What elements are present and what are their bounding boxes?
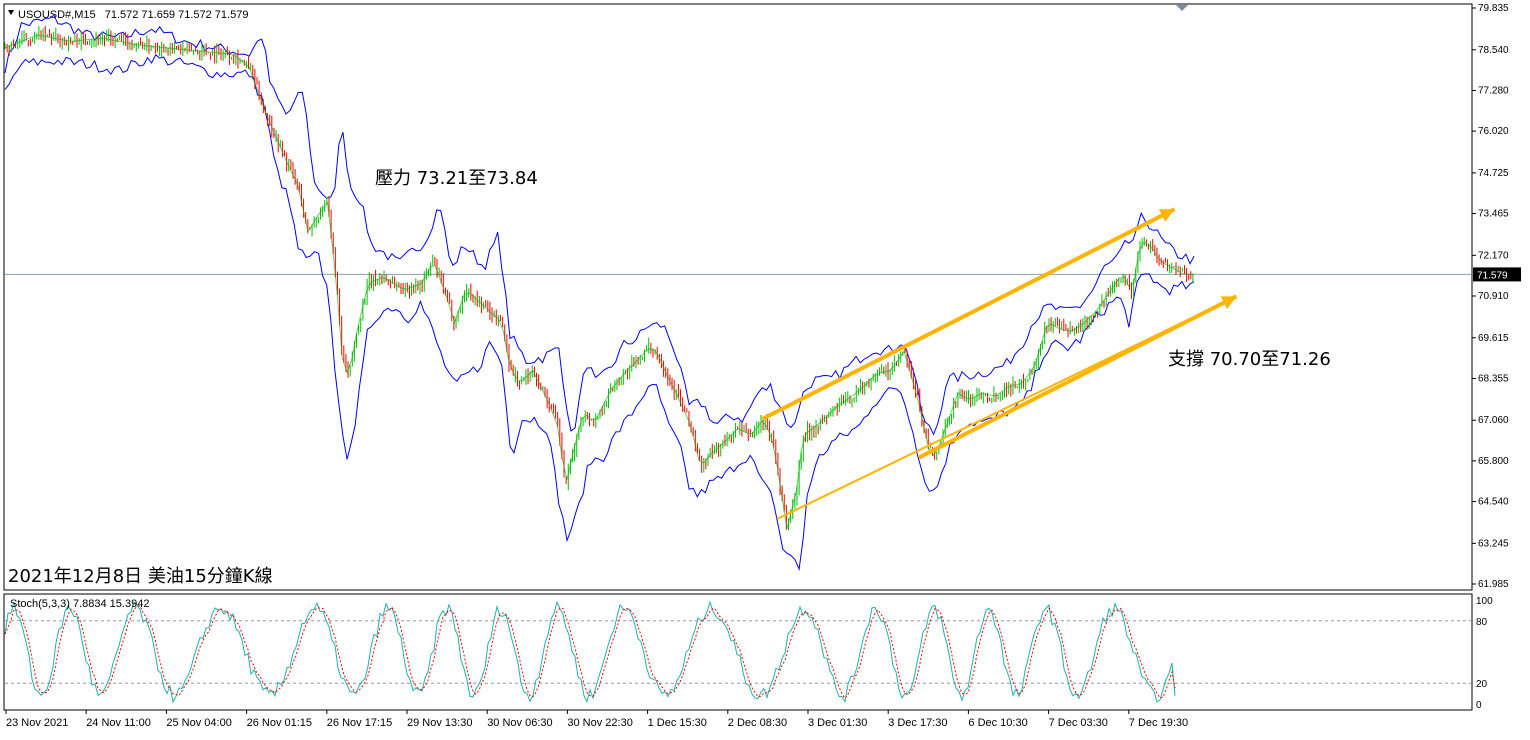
price-tick-label: 70.910 [1478, 291, 1509, 302]
time-tick-label: 2 Dec 08:30 [728, 717, 787, 729]
main-chart-frame [3, 3, 1473, 591]
stoch-tick-label: 80 [1476, 617, 1488, 628]
price-tick-label: 79.835 [1478, 3, 1509, 14]
price-tick-label: 61.985 [1478, 579, 1509, 590]
time-tick-label: 3 Dec 17:30 [888, 717, 947, 729]
ohlc-values: 71.572 71.659 71.572 71.579 [105, 9, 249, 21]
time-tick-label: 7 Dec 19:30 [1129, 717, 1188, 729]
price-tick-label: 73.465 [1478, 209, 1509, 220]
time-tick-label: 23 Nov 2021 [6, 717, 68, 729]
price-tick-label: 78.540 [1478, 45, 1509, 56]
time-tick-label: 7 Dec 03:30 [1049, 717, 1108, 729]
time-axis: 23 Nov 2021 24 Nov 11:00 25 Nov 04:00 26 No… [5, 710, 1188, 729]
time-tick-label: 26 Nov 17:15 [327, 717, 392, 729]
time-tick-label: 1 Dec 15:30 [648, 717, 707, 729]
price-axis: 79.835 78.540 77.280 76.020 74.725 73.465 72.1… [1472, 3, 1521, 590]
time-tick-label: 30 Nov 22:30 [567, 717, 632, 729]
price-tick-label: 68.355 [1478, 373, 1509, 384]
time-tick-label: 6 Dec 10:30 [968, 717, 1027, 729]
price-tick-label: 74.725 [1478, 168, 1509, 179]
time-tick-label: 3 Dec 01:30 [808, 717, 867, 729]
symbol-label: USOUSD#,M15 [18, 9, 96, 21]
price-tick-label: 64.540 [1478, 497, 1509, 508]
time-tick-label: 24 Nov 11:00 [86, 717, 151, 729]
chart-root: USOUSD#,M15 71.572 71.659 71.572 71.579 … [3, 3, 1521, 729]
price-tick-label: 65.800 [1478, 456, 1509, 467]
stoch-tick-label: 100 [1476, 596, 1493, 607]
stoch-tick-label: 20 [1476, 679, 1488, 690]
time-tick-label: 29 Nov 13:30 [407, 717, 472, 729]
date-annotation: 2021年12月8日 美油15分鐘K線 [8, 566, 273, 587]
support-annotation: 支撐 70.70至71.26 [1168, 349, 1331, 370]
price-tick-label: 67.060 [1478, 415, 1509, 426]
price-tick-label: 69.615 [1478, 333, 1509, 344]
price-tick-label: 76.020 [1478, 126, 1509, 137]
price-tick-label: 72.170 [1478, 250, 1509, 261]
price-tick-label: 77.280 [1478, 85, 1509, 96]
stoch-tick-label: 0 [1476, 700, 1482, 711]
price-tick-label: 63.245 [1478, 538, 1509, 549]
stoch-label: Stoch(5,3,3) 7.8834 15.3942 [10, 598, 149, 610]
resistance-annotation: 壓力 73.21至73.84 [375, 168, 538, 189]
current-price-label: 71.579 [1477, 270, 1508, 281]
chart-header: USOUSD#,M15 71.572 71.659 71.572 71.579 [18, 9, 248, 21]
time-tick-label: 26 Nov 01:15 [247, 717, 312, 729]
time-tick-label: 25 Nov 04:00 [166, 717, 231, 729]
time-tick-label: 30 Nov 06:30 [487, 717, 552, 729]
